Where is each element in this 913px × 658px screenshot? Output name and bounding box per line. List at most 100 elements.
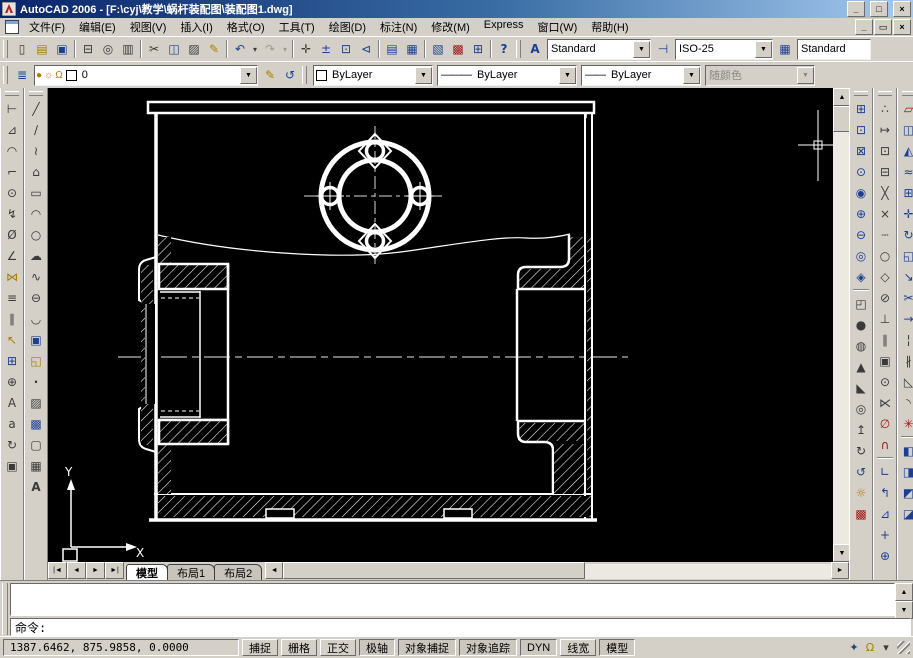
toolbar-grip[interactable] xyxy=(3,40,8,58)
light-tool[interactable]: ☼ xyxy=(851,482,871,503)
cut-button[interactable]: ✂ xyxy=(144,39,164,59)
toggle-polar[interactable]: 极轴 xyxy=(359,639,395,656)
combo-arrow-icon[interactable]: ▼ xyxy=(633,41,650,58)
draworder-front-button[interactable]: ◧ xyxy=(899,440,913,461)
stretch-button[interactable]: ↘ xyxy=(899,266,913,287)
combo-arrow-icon[interactable]: ▼ xyxy=(683,67,700,84)
break-at-point-button[interactable]: ¦ xyxy=(899,329,913,350)
snap-node[interactable]: ⊙ xyxy=(875,371,895,392)
snap-extension[interactable]: ┄ xyxy=(875,224,895,245)
dim-ordinate-button[interactable]: ⌐ xyxy=(2,161,22,182)
horizontal-scroll-thumb[interactable] xyxy=(283,562,585,579)
text-style-combo[interactable]: Standard ▼ xyxy=(547,39,651,60)
draworder-under-button[interactable]: ◪ xyxy=(899,503,913,524)
vertical-scroll-track[interactable] xyxy=(833,132,849,544)
break-button[interactable]: ∦ xyxy=(899,350,913,371)
tray-dropdown-arrow[interactable]: ▾ xyxy=(878,640,894,656)
menu-view[interactable]: 视图(V) xyxy=(123,18,174,36)
dim-arc-length-button[interactable]: ◠ xyxy=(2,140,22,161)
quick-dimension-button[interactable]: ⋈ xyxy=(2,266,22,287)
ucs-world-tool[interactable]: ⊕ xyxy=(875,545,895,566)
layer-on-icon[interactable]: ● xyxy=(36,70,42,81)
toolbar-grip[interactable] xyxy=(3,66,8,84)
quickcalc-button[interactable]: ⊞ xyxy=(468,39,488,59)
command-window-grip[interactable] xyxy=(2,583,8,635)
menu-edit[interactable]: 编辑(E) xyxy=(72,18,123,36)
toolbar-grip[interactable] xyxy=(878,91,892,96)
snap-center[interactable]: ○ xyxy=(875,245,895,266)
dim-diameter-button[interactable]: Ø xyxy=(2,224,22,245)
combo-arrow-icon[interactable]: ▼ xyxy=(755,41,772,58)
paste-button[interactable]: ▨ xyxy=(184,39,204,59)
markup-set-manager-button[interactable]: ▩ xyxy=(448,39,468,59)
menu-tools[interactable]: 工具(T) xyxy=(272,18,322,36)
horizontal-scrollbar[interactable]: ◄ ► xyxy=(265,562,849,580)
solids-box-tool[interactable]: ◰ xyxy=(851,293,871,314)
tab-layout1[interactable]: 布局1 xyxy=(167,564,215,580)
mdi-restore-button[interactable]: ▭ xyxy=(874,19,892,35)
snap-quadrant[interactable]: ◇ xyxy=(875,266,895,287)
menu-express[interactable]: Express xyxy=(477,18,531,36)
zoom-window-button[interactable]: ⊡ xyxy=(336,39,356,59)
toolbar-lock-icon[interactable]: Ω xyxy=(862,640,878,656)
new-button[interactable]: ▯ xyxy=(12,39,32,59)
toolbar-grip[interactable] xyxy=(5,91,19,96)
communication-center-icon[interactable]: ✦ xyxy=(846,640,862,656)
publish-button[interactable]: ▥ xyxy=(118,39,138,59)
toolbar-grip[interactable] xyxy=(29,91,43,96)
table-style-icon[interactable]: ▦ xyxy=(775,39,795,59)
array-button[interactable]: ⊞ xyxy=(899,182,913,203)
table-style-combo[interactable]: Standard xyxy=(797,39,871,60)
scroll-left-arrow[interactable]: ◄ xyxy=(265,562,283,579)
zoom-center-tool[interactable]: ⊙ xyxy=(851,161,871,182)
command-history[interactable]: 命令:命令: _pasteclip 指定插入点: xyxy=(10,583,895,616)
zoom-window-tool[interactable]: ⊞ xyxy=(851,98,871,119)
ucs-origin-tool[interactable]: + xyxy=(875,524,895,545)
polyline-button[interactable]: ≀ xyxy=(26,140,46,161)
menu-file[interactable]: 文件(F) xyxy=(22,18,72,36)
toolbar-grip[interactable] xyxy=(302,66,307,84)
solids-wedge-tool[interactable]: ◣ xyxy=(851,377,871,398)
drawing-canvas[interactable]: Y X xyxy=(48,88,833,562)
rotate-button[interactable]: ↻ xyxy=(899,224,913,245)
vertical-scrollbar[interactable]: ▲ ▼ xyxy=(833,88,849,562)
mtext-button[interactable]: A xyxy=(26,476,46,497)
chamfer-button[interactable]: ◺ xyxy=(899,371,913,392)
layer-freeze-icon[interactable]: ☼ xyxy=(44,70,53,81)
combo-arrow-icon[interactable]: ▼ xyxy=(240,67,257,84)
center-mark-button[interactable]: ⊕ xyxy=(2,371,22,392)
command-input[interactable]: 命令: xyxy=(10,618,911,636)
scale-button[interactable]: ◱ xyxy=(899,245,913,266)
designcenter-button[interactable]: ▦ xyxy=(402,39,422,59)
menu-window[interactable]: 窗口(W) xyxy=(531,18,585,36)
zoom-previous-button[interactable]: ⊲ xyxy=(356,39,376,59)
rectangle-button[interactable]: ▭ xyxy=(26,182,46,203)
tolerance-button[interactable]: ⊞ xyxy=(2,350,22,371)
toggle-osnap[interactable]: 对象捕捉 xyxy=(398,639,456,656)
tab-next-button[interactable]: ► xyxy=(86,562,105,579)
redo-button[interactable]: ↷ xyxy=(260,39,280,59)
layer-previous-button[interactable]: ↺ xyxy=(280,65,300,85)
make-block-button[interactable]: ◱ xyxy=(26,350,46,371)
extend-button[interactable]: → xyxy=(899,308,913,329)
toolbar-grip[interactable] xyxy=(854,91,868,96)
redo-dropdown[interactable]: ▾ xyxy=(280,39,290,59)
toggle-dyn[interactable]: DYN xyxy=(520,639,557,656)
toggle-snap[interactable]: 捕捉 xyxy=(242,639,278,656)
menu-modify[interactable]: 修改(M) xyxy=(424,18,477,36)
zoom-dynamic-tool[interactable]: ⊡ xyxy=(851,119,871,140)
snap-perpendicular[interactable]: ⊥ xyxy=(875,308,895,329)
toggle-lineweight[interactable]: 线宽 xyxy=(560,639,596,656)
explode-button[interactable]: ✳ xyxy=(899,413,913,434)
snap-temporary-track[interactable]: ∴ xyxy=(875,98,895,119)
solids-sphere-tool[interactable]: ● xyxy=(851,314,871,335)
dim-style-button[interactable]: ▣ xyxy=(2,455,22,476)
render-tool[interactable]: ▩ xyxy=(851,503,871,524)
toggle-otrack[interactable]: 对象追踪 xyxy=(459,639,517,656)
tab-first-button[interactable]: |◄ xyxy=(48,562,67,579)
menu-help[interactable]: 帮助(H) xyxy=(584,18,635,36)
command-scrollbar[interactable]: ▲ ▼ xyxy=(895,583,911,616)
erase-button[interactable]: ▱ xyxy=(899,98,913,119)
text-style-icon[interactable]: A xyxy=(525,39,545,59)
undo-button[interactable]: ↶ xyxy=(230,39,250,59)
